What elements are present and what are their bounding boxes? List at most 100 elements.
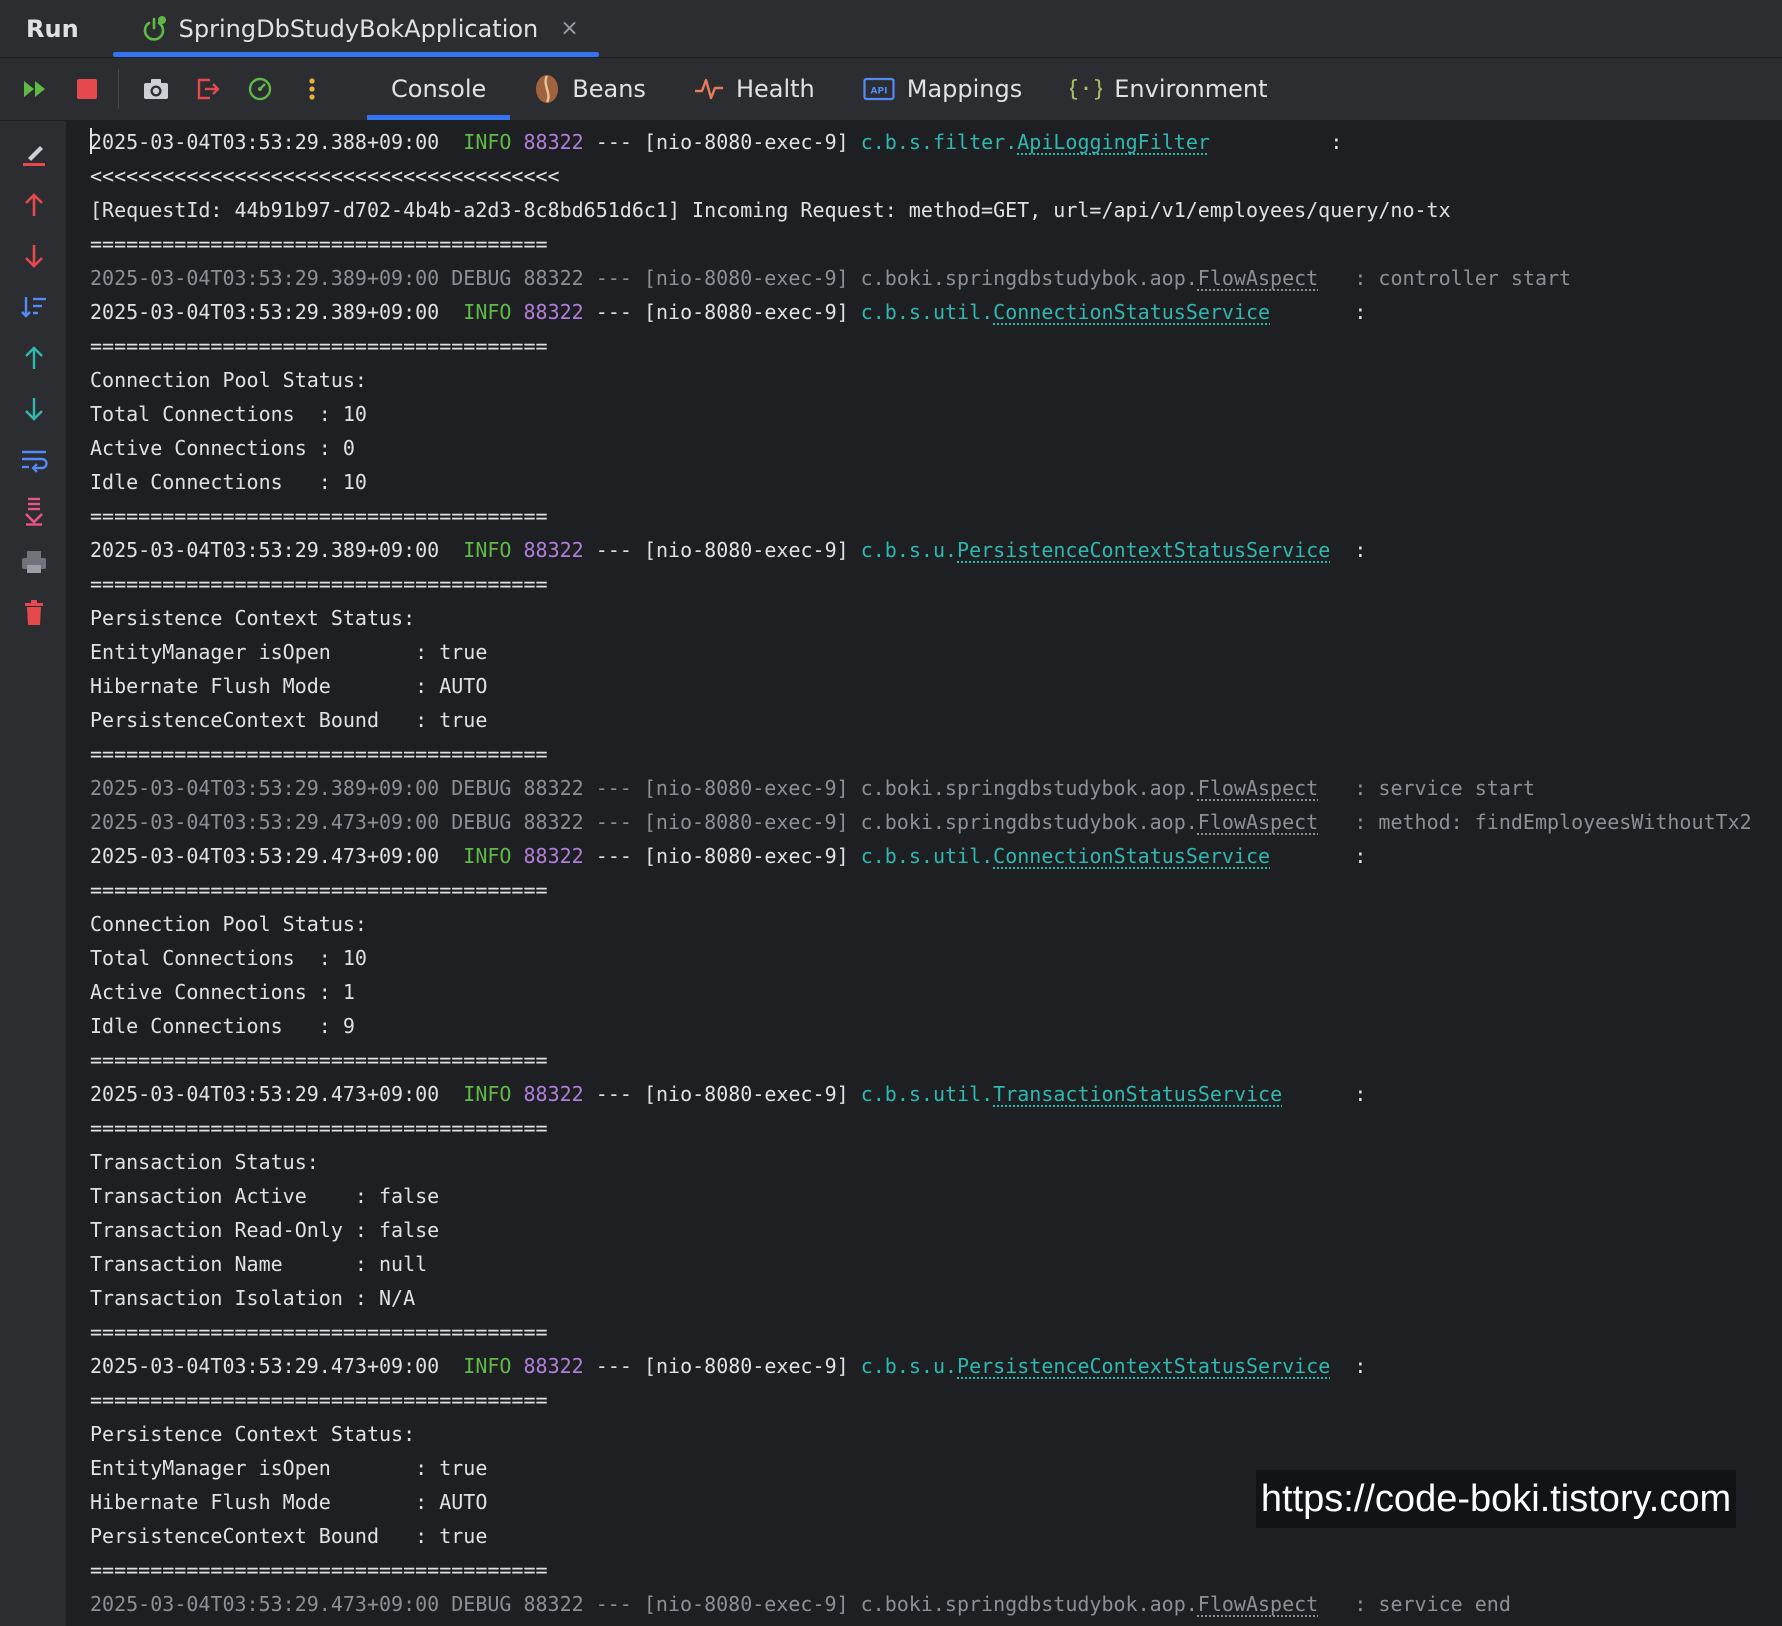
console-text: Total Connections : 10 (90, 946, 367, 970)
tab-console[interactable]: Console (367, 58, 511, 120)
log-message: : (1342, 300, 1367, 324)
log-pid: 88322 (523, 1082, 584, 1106)
console-line: ====================================== (90, 567, 1782, 601)
console-text: ====================================== (90, 1388, 548, 1412)
console-text: [RequestId: 44b91b97-d702-4b4b-a2d3-8c8b… (90, 198, 1451, 222)
tab-mappings[interactable]: API Mappings (839, 58, 1047, 120)
log-separator: --- (583, 1082, 644, 1106)
log-message: : (1354, 538, 1367, 562)
logger-class-link[interactable]: ConnectionStatusService (993, 300, 1270, 324)
print-icon[interactable] (17, 545, 51, 579)
camera-icon[interactable] (139, 72, 173, 106)
console-text: Idle Connections : 10 (90, 470, 367, 494)
next-occurrence-icon[interactable] (17, 239, 51, 273)
console-line: 2025-03-04T03:53:29.473+09:00 INFO 88322… (90, 839, 1782, 873)
console-line: Persistence Context Status: (90, 601, 1782, 635)
console-line: 2025-03-04T03:53:29.473+09:00 INFO 88322… (90, 1349, 1782, 1383)
debug-message: : service end (1318, 1592, 1511, 1616)
log-level: INFO (451, 1354, 512, 1378)
logger-class-link[interactable]: FlowAspect (1198, 266, 1318, 290)
console-text: EntityManager isOpen : true (90, 1456, 488, 1480)
console-line: 2025-03-04T03:53:29.389+09:00 DEBUG 8832… (90, 261, 1782, 295)
log-timestamp: 2025-03-04T03:53:29.388+09:00 (90, 130, 440, 154)
debug-message: : controller start (1318, 266, 1572, 290)
console-line: ====================================== (90, 1315, 1782, 1349)
logger-class-link[interactable]: TransactionStatusService (993, 1082, 1282, 1106)
console-line: <<<<<<<<<<<<<<<<<<<<<<<<<<<<<<<<<<<<<<< (90, 159, 1782, 193)
tab-beans[interactable]: Beans (510, 58, 670, 120)
console-text: Transaction Read-Only : false (90, 1218, 440, 1242)
tab-mappings-label: Mappings (906, 75, 1023, 103)
console-text: PersistenceContext Bound : true (90, 1524, 488, 1548)
log-message: : (1342, 844, 1367, 868)
clear-pen-icon[interactable] (17, 137, 51, 171)
log-thread: [nio-8080-exec-9] (643, 1082, 849, 1106)
log-thread: [nio-8080-exec-9] (643, 130, 849, 154)
tab-beans-label: Beans (572, 75, 646, 103)
console-output[interactable]: 2025-03-04T03:53:29.388+09:00 INFO 88322… (90, 125, 1782, 1626)
tab-environment[interactable]: {·} Environment (1046, 58, 1291, 120)
logger-class-link[interactable]: ConnectionStatusService (993, 844, 1270, 868)
more-icon[interactable] (295, 72, 329, 106)
debug-message: : method: findEmployeesWithoutTx2 (1318, 810, 1752, 834)
braces-icon: {·} (1070, 75, 1102, 103)
logger-class-link[interactable]: PersistenceContextStatusService (957, 538, 1330, 562)
log-level: INFO (451, 300, 512, 324)
logger-class-link[interactable]: FlowAspect (1198, 1592, 1318, 1616)
trash-icon[interactable] (17, 596, 51, 630)
console-text: ====================================== (90, 878, 548, 902)
console-text: Idle Connections : 9 (90, 1014, 355, 1038)
debug-prefix: 2025-03-04T03:53:29.389+09:00 DEBUG 8832… (90, 776, 1198, 800)
console-line: ====================================== (90, 1383, 1782, 1417)
scroll-to-end-icon[interactable] (17, 494, 51, 528)
logger-class-link[interactable]: FlowAspect (1198, 776, 1318, 800)
log-pid: 88322 (523, 844, 584, 868)
console-text: ====================================== (90, 1116, 548, 1140)
log-separator: --- (583, 538, 644, 562)
console-text: Transaction Isolation : N/A (90, 1286, 416, 1310)
sort-icon[interactable] (17, 290, 51, 324)
profiler-icon[interactable] (243, 72, 277, 106)
log-padding (1210, 130, 1318, 154)
rerun-icon[interactable] (18, 72, 52, 106)
console-text: <<<<<<<<<<<<<<<<<<<<<<<<<<<<<<<<<<<<<<< (90, 164, 560, 188)
debug-prefix: 2025-03-04T03:53:29.473+09:00 DEBUG 8832… (90, 1592, 1198, 1616)
console-text: ====================================== (90, 742, 548, 766)
console-text: Hibernate Flush Mode : AUTO (90, 674, 488, 698)
console-text: Persistence Context Status: (90, 606, 416, 630)
stop-icon[interactable] (70, 72, 104, 106)
log-pid: 88322 (523, 130, 584, 154)
console-line: Connection Pool Status: (90, 363, 1782, 397)
tab-console-label: Console (391, 75, 487, 103)
console-text: ====================================== (90, 572, 548, 596)
exit-icon[interactable] (191, 72, 225, 106)
log-message: : (1318, 130, 1343, 154)
svg-text:API: API (870, 87, 887, 97)
soft-wrap-icon[interactable] (17, 443, 51, 477)
log-padding (1330, 1354, 1354, 1378)
log-pid: 88322 (523, 538, 584, 562)
close-icon[interactable]: × (560, 16, 578, 41)
logger-class-link[interactable]: PersistenceContextStatusService (957, 1354, 1330, 1378)
tab-health[interactable]: Health (670, 58, 839, 120)
debug-message: : service start (1318, 776, 1535, 800)
logger-class-link[interactable]: FlowAspect (1198, 810, 1318, 834)
console-text: ====================================== (90, 1320, 548, 1344)
console-line: ====================================== (90, 873, 1782, 907)
console-line: Persistence Context Status: (90, 1417, 1782, 1451)
down-arrow-icon[interactable] (17, 392, 51, 426)
console-side-toolbar (0, 121, 67, 1626)
log-timestamp: 2025-03-04T03:53:29.389+09:00 (90, 300, 440, 324)
log-timestamp: 2025-03-04T03:53:29.473+09:00 (90, 1082, 440, 1106)
previous-occurrence-icon[interactable] (17, 188, 51, 222)
console-line: [RequestId: 44b91b97-d702-4b4b-a2d3-8c8b… (90, 193, 1782, 227)
up-arrow-icon[interactable] (17, 341, 51, 375)
logger-class-link[interactable]: ApiLoggingFilter (1017, 130, 1210, 154)
console-line: 2025-03-04T03:53:29.388+09:00 INFO 88322… (90, 125, 1782, 159)
console-line: Transaction Isolation : N/A (90, 1281, 1782, 1315)
console-line: Transaction Name : null (90, 1247, 1782, 1281)
console-line: EntityManager isOpen : true (90, 635, 1782, 669)
console-text: ====================================== (90, 334, 548, 358)
console-text: ====================================== (90, 504, 548, 528)
run-config-tab[interactable]: SpringDbStudyBokApplication × (112, 0, 599, 57)
